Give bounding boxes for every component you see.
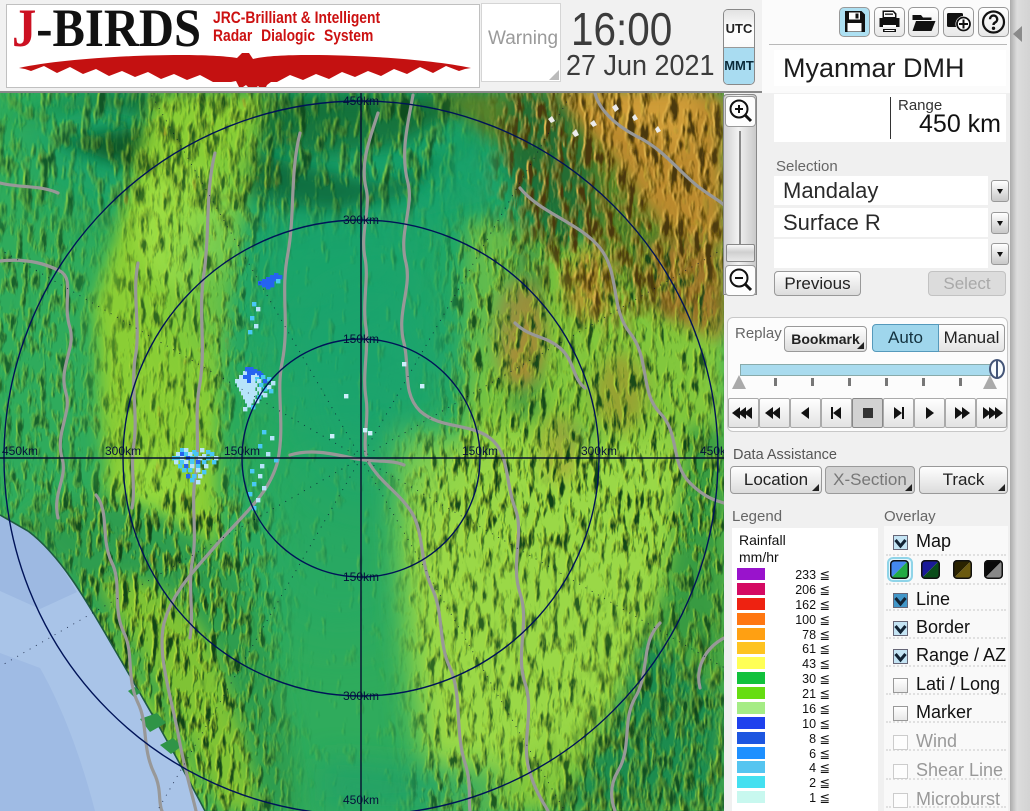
svg-text:150km: 150km [462, 444, 498, 458]
svg-text:150km: 150km [343, 332, 379, 346]
svg-text:300km: 300km [343, 213, 379, 227]
svg-text:150km: 150km [343, 570, 379, 584]
svg-text:450km: 450km [343, 94, 379, 108]
svg-text:300km: 300km [105, 444, 141, 458]
svg-text:450km: 450km [2, 444, 38, 458]
svg-text:300km: 300km [581, 444, 617, 458]
svg-text:300km: 300km [343, 689, 379, 703]
svg-text:450km: 450km [700, 444, 724, 458]
svg-text:150km: 150km [224, 444, 260, 458]
svg-text:450km: 450km [343, 793, 379, 807]
